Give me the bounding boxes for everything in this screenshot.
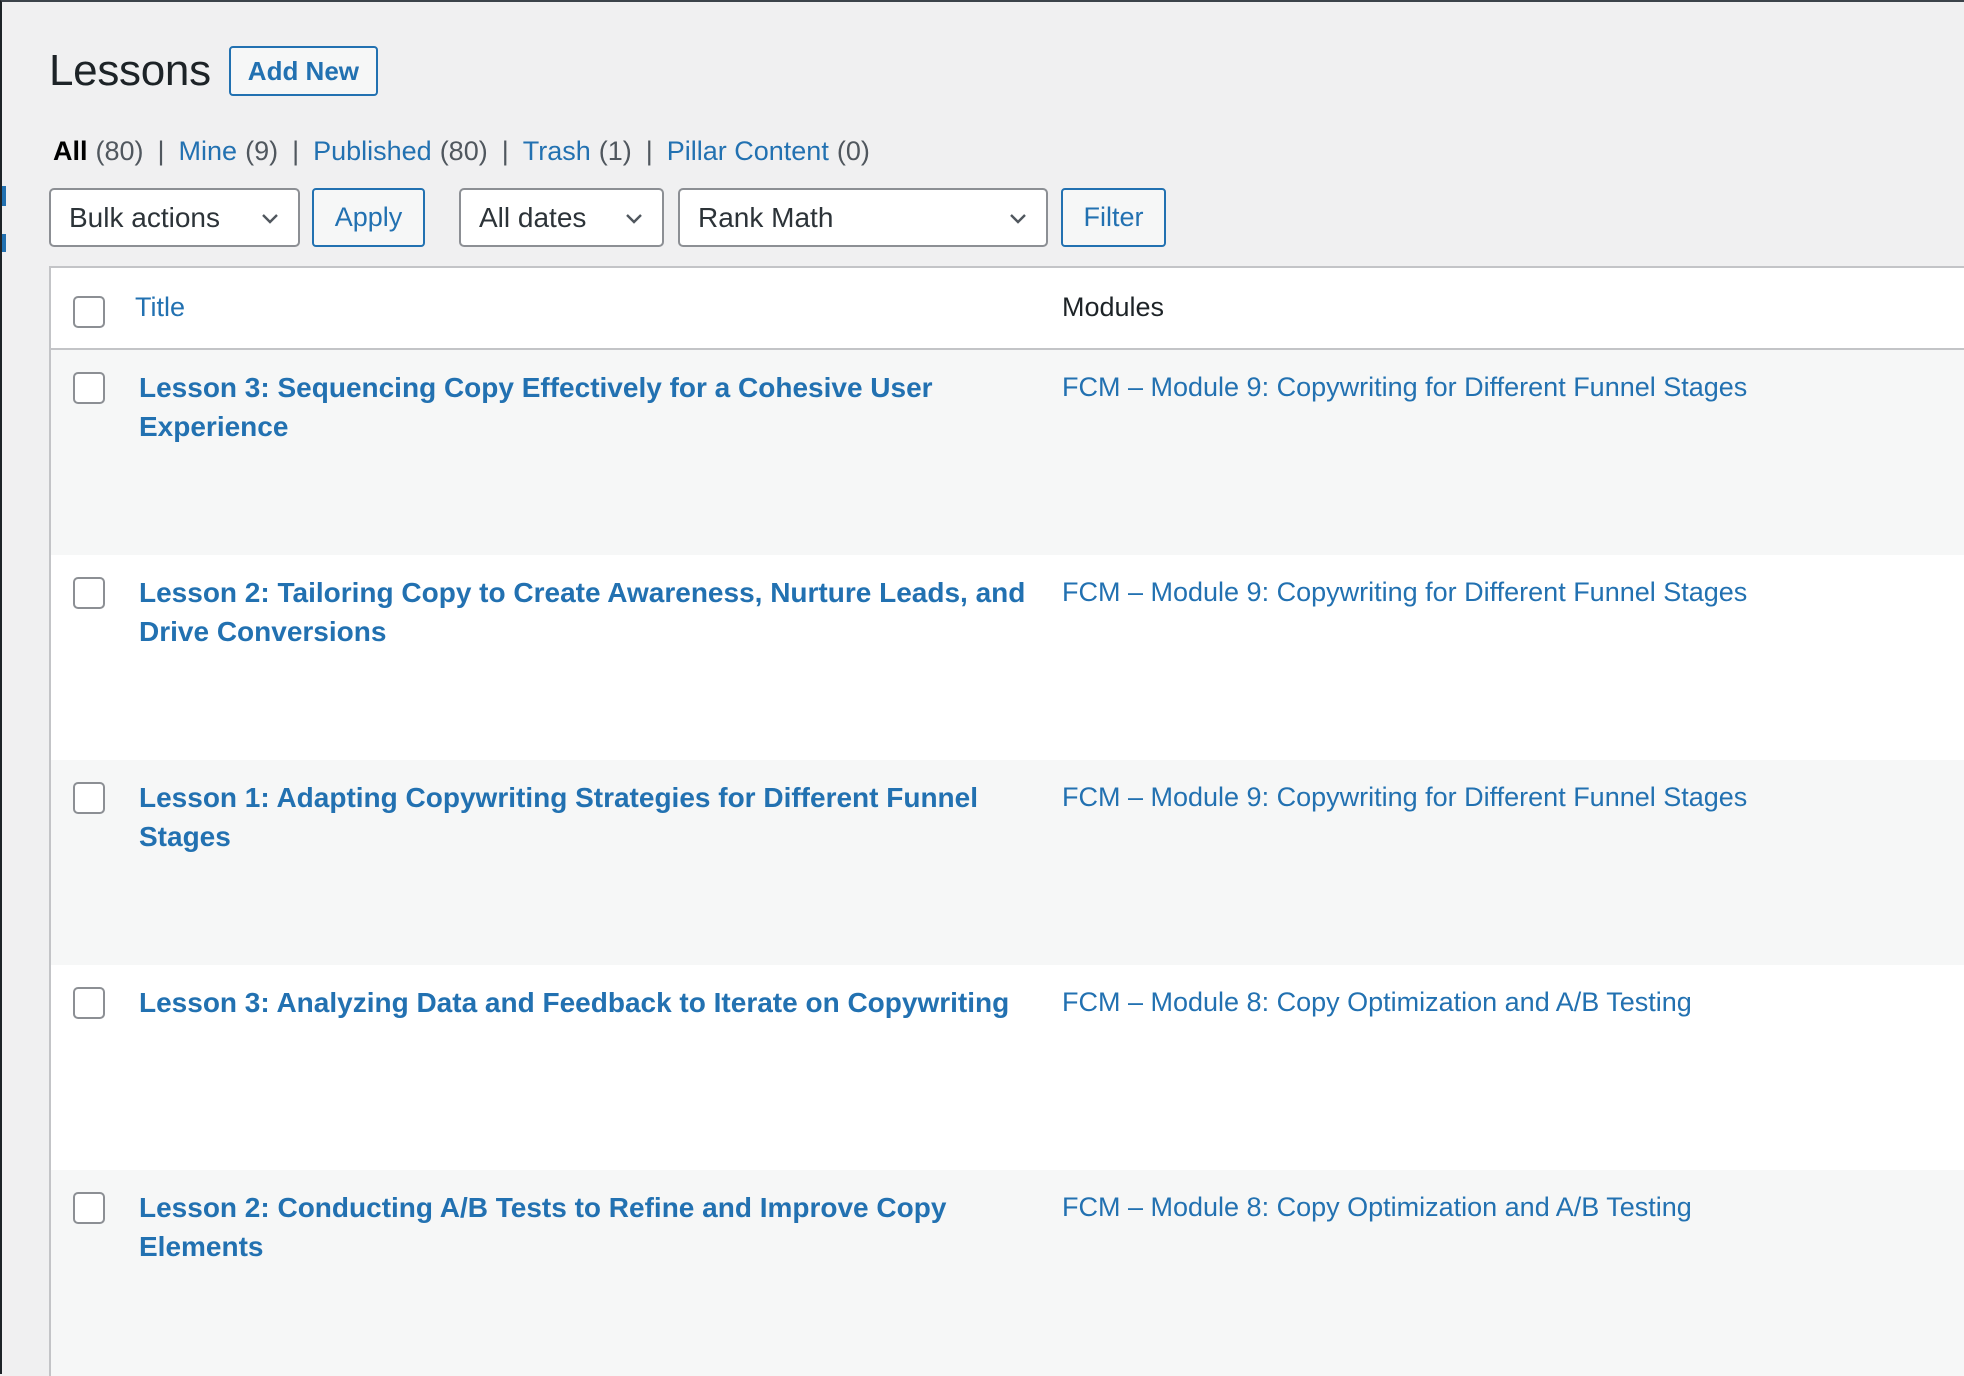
view-pillar-content[interactable]: Pillar Content (0) xyxy=(667,136,870,167)
table-row: Lesson 3: Analyzing Data and Feedback to… xyxy=(51,965,1964,1170)
row-checkbox[interactable] xyxy=(73,1192,105,1224)
filter-button[interactable]: Filter xyxy=(1061,188,1166,247)
module-link[interactable]: FCM – Module 9: Copywriting for Differen… xyxy=(1062,778,1747,817)
chevron-down-icon xyxy=(1010,214,1026,224)
table-row: Lesson 1: Adapting Copywriting Strategie… xyxy=(51,760,1964,965)
view-count: (1) xyxy=(598,136,632,166)
lesson-title-link[interactable]: Lesson 2: Tailoring Copy to Create Aware… xyxy=(139,573,1039,651)
lesson-title-link[interactable]: Lesson 2: Conducting A/B Tests to Refine… xyxy=(139,1188,1039,1266)
admin-menu-edge xyxy=(2,186,6,206)
seo-filter-value: Rank Math xyxy=(698,201,834,233)
page-heading: Lessons Add New xyxy=(49,46,379,96)
column-title-header[interactable]: Title xyxy=(135,292,185,323)
add-new-button[interactable]: Add New xyxy=(228,46,379,96)
bulk-actions-value: Bulk actions xyxy=(69,201,220,233)
view-mine[interactable]: Mine (9) xyxy=(179,136,279,167)
table-row: Lesson 2: Tailoring Copy to Create Aware… xyxy=(51,555,1964,760)
chevron-down-icon xyxy=(626,214,642,224)
seo-filter-select[interactable]: Rank Math xyxy=(678,188,1048,247)
view-count: (9) xyxy=(245,136,279,166)
view-label[interactable]: Published xyxy=(313,136,432,167)
view-label[interactable]: Pillar Content xyxy=(667,136,829,167)
view-all[interactable]: All (80) xyxy=(53,136,144,167)
column-modules-header: Modules xyxy=(1062,292,1165,322)
view-separator: | xyxy=(157,136,165,166)
view-separator: | xyxy=(645,136,653,166)
dates-filter-select[interactable]: All dates xyxy=(459,188,664,247)
module-link[interactable]: FCM – Module 9: Copywriting for Differen… xyxy=(1062,573,1747,612)
view-published[interactable]: Published (80) xyxy=(313,136,488,167)
chevron-down-icon xyxy=(262,214,278,224)
lesson-title-link[interactable]: Lesson 3: Analyzing Data and Feedback to… xyxy=(139,983,1039,1022)
module-link[interactable]: FCM – Module 8: Copy Optimization and A/… xyxy=(1062,1188,1692,1227)
admin-menu-edge xyxy=(2,234,6,252)
view-count: (80) xyxy=(95,136,144,166)
dates-filter-value: All dates xyxy=(479,201,587,233)
page-title: Lessons xyxy=(49,46,211,95)
view-count: (0) xyxy=(836,136,870,166)
table-header: Title Modules xyxy=(51,268,1964,350)
view-filters: All (80) | Mine (9) | Published (80) | T… xyxy=(53,136,870,167)
row-checkbox[interactable] xyxy=(73,372,105,404)
view-label[interactable]: Trash xyxy=(523,136,591,167)
module-link[interactable]: FCM – Module 8: Copy Optimization and A/… xyxy=(1062,983,1692,1022)
lessons-table: Title Modules Lesson 3: Sequencing Copy … xyxy=(49,266,1964,1376)
admin-frame: Lessons Add New All (80) | Mine (9) | Pu… xyxy=(0,0,1964,1376)
view-separator: | xyxy=(501,136,509,166)
lesson-title-link[interactable]: Lesson 3: Sequencing Copy Effectively fo… xyxy=(139,368,1039,446)
view-label: All xyxy=(53,136,88,166)
apply-button[interactable]: Apply xyxy=(312,188,425,247)
lesson-title-link[interactable]: Lesson 1: Adapting Copywriting Strategie… xyxy=(139,778,1039,856)
view-separator: | xyxy=(292,136,300,166)
select-all-checkbox[interactable] xyxy=(73,296,105,328)
view-trash[interactable]: Trash (1) xyxy=(523,136,632,167)
view-count: (80) xyxy=(439,136,488,166)
row-checkbox[interactable] xyxy=(73,987,105,1019)
table-row: Lesson 2: Conducting A/B Tests to Refine… xyxy=(51,1170,1964,1376)
tablenav-top: Bulk actions Apply All dates Rank Math F… xyxy=(49,188,1166,247)
row-checkbox[interactable] xyxy=(73,577,105,609)
table-row: Lesson 3: Sequencing Copy Effectively fo… xyxy=(51,350,1964,555)
module-link[interactable]: FCM – Module 9: Copywriting for Differen… xyxy=(1062,368,1747,407)
view-label[interactable]: Mine xyxy=(179,136,238,167)
row-checkbox[interactable] xyxy=(73,782,105,814)
bulk-actions-select[interactable]: Bulk actions xyxy=(49,188,300,247)
